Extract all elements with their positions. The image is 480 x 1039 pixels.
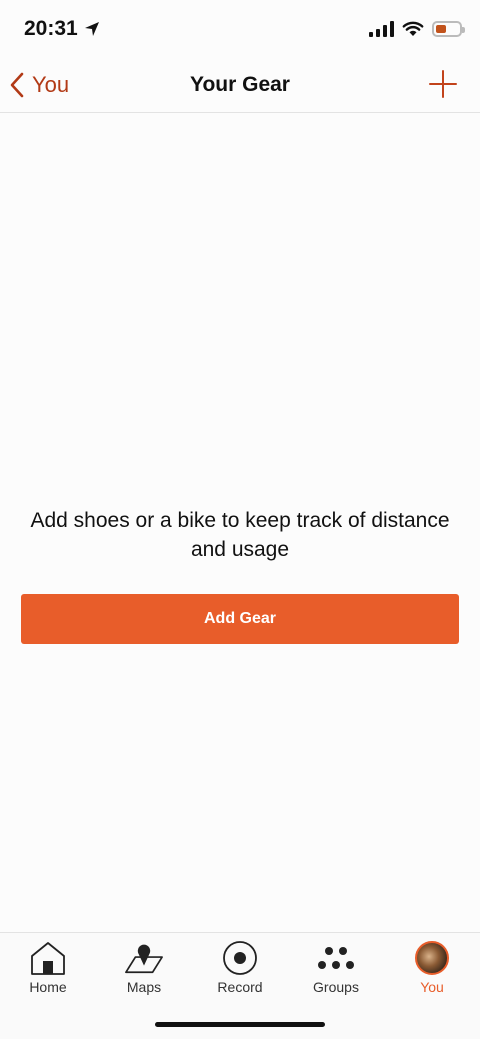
status-right: [369, 21, 465, 37]
tab-record-label: Record: [217, 979, 263, 995]
tab-home-label: Home: [29, 979, 67, 995]
avatar-wrapper: [412, 939, 452, 977]
location-arrow-icon: [84, 22, 99, 36]
screen: 20:31 You Your Gear Add shoes or a bike …: [0, 0, 480, 1039]
cellular-signal-icon: [369, 21, 394, 37]
back-label: You: [32, 72, 70, 97]
tab-record[interactable]: Record: [192, 933, 288, 1005]
tab-maps[interactable]: Maps: [96, 933, 192, 1005]
home-icon: [28, 939, 68, 977]
page-title: Your Gear: [190, 73, 290, 96]
tab-groups-label: Groups: [313, 979, 359, 995]
status-bar: 20:31: [0, 0, 480, 58]
status-left: 20:31: [24, 17, 100, 41]
tab-home[interactable]: Home: [0, 933, 96, 1005]
home-indicator: [155, 1022, 325, 1027]
status-time: 20:31: [24, 17, 78, 40]
nav-bar: You Your Gear: [0, 58, 480, 113]
chevron-left-icon: [10, 72, 24, 98]
add-gear-plus-button[interactable]: [428, 69, 458, 99]
map-icon: [124, 939, 164, 977]
groups-icon: [316, 939, 356, 977]
tab-you-label: You: [420, 979, 444, 995]
battery-level: [436, 25, 446, 33]
back-button[interactable]: You: [10, 68, 69, 102]
battery-icon: [432, 21, 465, 37]
wifi-icon: [402, 21, 424, 36]
add-gear-button[interactable]: Add Gear: [21, 594, 459, 644]
tab-maps-label: Maps: [126, 979, 162, 995]
record-icon: [220, 939, 260, 977]
tab-you[interactable]: You: [384, 933, 480, 1005]
empty-state-message: Add shoes or a bike to keep track of dis…: [30, 509, 450, 561]
tab-groups[interactable]: Groups: [288, 933, 384, 1005]
plus-icon: [429, 70, 457, 98]
avatar: [415, 941, 449, 975]
